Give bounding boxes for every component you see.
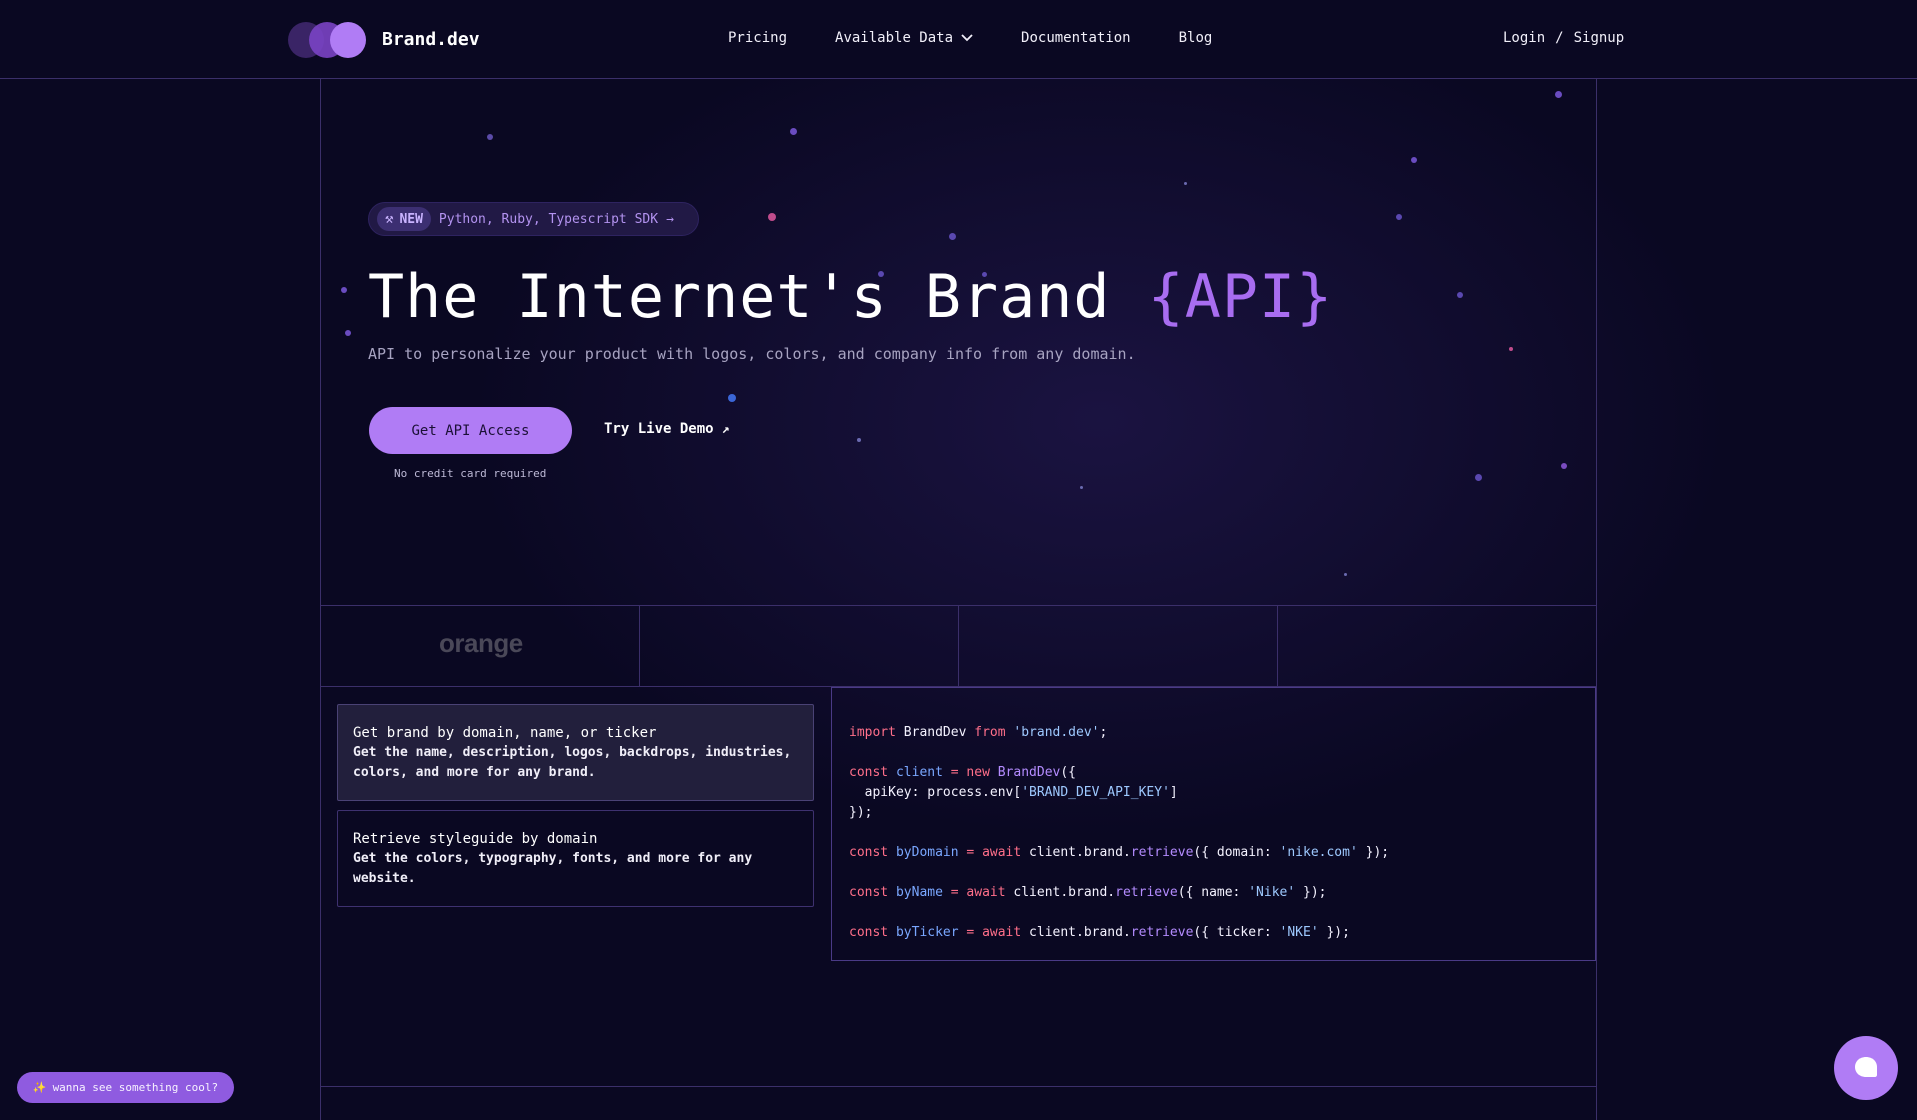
code-line: }); xyxy=(849,805,873,820)
top-navbar: Brand.dev Pricing Available Data Documen… xyxy=(0,0,1917,79)
code-sample-panel: import BrandDev from 'brand.dev'; const … xyxy=(831,687,1596,961)
demo-label: Try Live Demo xyxy=(604,421,714,437)
chat-launcher-button[interactable] xyxy=(1834,1036,1898,1100)
chevron-down-icon xyxy=(961,34,973,42)
get-api-access-button[interactable]: Get API Access xyxy=(369,407,572,454)
frame-line-right xyxy=(1596,79,1597,1120)
code-line: const client = new BrandDev({ xyxy=(849,765,1077,780)
nav-link-pricing[interactable]: Pricing xyxy=(728,30,787,46)
frame-line-left xyxy=(320,79,321,1120)
customer-logo-orange: orange xyxy=(439,628,523,658)
auth-links: Login / Signup xyxy=(1503,30,1624,46)
logo-cell-divider xyxy=(958,606,959,686)
divider-bottom xyxy=(320,1086,1597,1087)
try-live-demo-link[interactable]: Try Live Demo ↗ xyxy=(604,421,729,437)
cool-label: wanna see something cool? xyxy=(52,1081,219,1094)
no-credit-card-note: No credit card required xyxy=(394,467,547,480)
logo-circles-icon xyxy=(288,20,370,58)
badge-new-tag: ⚒ NEW xyxy=(377,207,431,231)
external-arrow-icon: ↗ xyxy=(721,421,730,437)
nav-link-documentation[interactable]: Documentation xyxy=(1021,30,1131,46)
feature-description: Get the name, description, logos, backdr… xyxy=(353,745,792,780)
feature-card-styleguide[interactable]: Retrieve styleguide by domain Get the co… xyxy=(337,810,814,907)
sdk-announcement-badge[interactable]: ⚒ NEW Python, Ruby, Typescript SDK → xyxy=(368,202,699,236)
feature-card-brand[interactable]: Get brand by domain, name, or ticker Get… xyxy=(337,704,814,801)
signup-link[interactable]: Signup xyxy=(1574,30,1625,46)
nav-links: Pricing Available Data Documentation Blo… xyxy=(728,30,1260,46)
see-something-cool-button[interactable]: ✨ wanna see something cool? xyxy=(17,1072,234,1103)
logo-cell-divider xyxy=(1277,606,1278,686)
headline-accent: {API} xyxy=(1147,262,1334,332)
brand-name: Brand.dev xyxy=(382,28,480,50)
badge-new-label: NEW xyxy=(399,211,423,227)
hero-headline: The Internet's Brand {API} xyxy=(368,262,1333,332)
feature-title: Retrieve styleguide by domain xyxy=(353,831,598,847)
nav-link-available-data[interactable]: Available Data xyxy=(835,30,973,46)
chat-bubble-icon xyxy=(1855,1057,1877,1077)
code-line: apiKey: process.env['BRAND_DEV_API_KEY'] xyxy=(849,785,1178,800)
logo-cell-divider xyxy=(639,606,640,686)
brand-logo[interactable]: Brand.dev xyxy=(288,20,480,58)
feature-title: Get brand by domain, name, or ticker xyxy=(353,725,657,741)
badge-text: Python, Ruby, Typescript SDK xyxy=(438,211,659,227)
code-line: const byName = await client.brand.retrie… xyxy=(849,885,1327,900)
code-line: const byDomain = await client.brand.retr… xyxy=(849,845,1390,860)
code-line: import BrandDev from 'brand.dev'; xyxy=(849,725,1108,740)
tools-icon: ⚒ xyxy=(385,211,394,227)
feature-description: Get the colors, typography, fonts, and m… xyxy=(353,851,753,886)
hero-subtitle: API to personalize your product with log… xyxy=(368,345,1136,363)
headline-text: The Internet's Brand xyxy=(368,262,1148,332)
arrow-right-icon: → xyxy=(666,211,674,227)
nav-link-label: Available Data xyxy=(835,30,954,46)
nav-link-blog[interactable]: Blog xyxy=(1179,30,1213,46)
sparkle-icon: ✨ xyxy=(32,1081,47,1094)
code-line: const byTicker = await client.brand.retr… xyxy=(849,925,1350,940)
login-link[interactable]: Login xyxy=(1503,30,1545,46)
auth-separator: / xyxy=(1555,30,1564,46)
